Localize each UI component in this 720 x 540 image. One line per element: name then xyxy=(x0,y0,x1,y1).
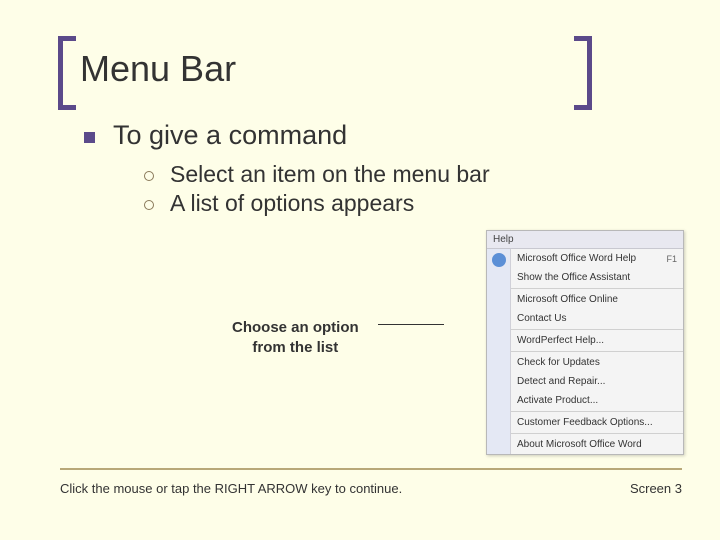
menu-separator-icon xyxy=(511,329,683,330)
menu-body: Microsoft Office Word Help F1 Show the O… xyxy=(487,249,683,454)
menu-item-label: About Microsoft Office Word xyxy=(517,439,642,450)
menu-separator-icon xyxy=(511,351,683,352)
circle-bullet-icon xyxy=(144,171,154,181)
menu-item-list: Microsoft Office Word Help F1 Show the O… xyxy=(511,249,683,454)
menu-item-label: Activate Product... xyxy=(517,395,598,406)
bullet-text: A list of options appears xyxy=(170,190,414,217)
bullet-text: Select an item on the menu bar xyxy=(170,161,490,188)
menu-item-label: Contact Us xyxy=(517,313,566,324)
callout-line1: Choose an option xyxy=(232,319,359,336)
sub-list: Select an item on the menu bar A list of… xyxy=(84,161,680,217)
slide: Menu Bar To give a command Select an ite… xyxy=(0,0,720,540)
help-menu: Help Microsoft Office Word Help F1 Show … xyxy=(486,230,684,455)
help-icon xyxy=(492,253,506,267)
menu-item-label: Check for Updates xyxy=(517,357,600,368)
menu-icon-gutter xyxy=(487,249,511,454)
menu-item-label: WordPerfect Help... xyxy=(517,335,604,346)
content-area: To give a command Select an item on the … xyxy=(40,120,680,217)
bullet-text: To give a command xyxy=(113,120,347,151)
menu-item-label: Show the Office Assistant xyxy=(517,272,630,283)
menu-header[interactable]: Help xyxy=(487,231,683,249)
menu-item-label: Customer Feedback Options... xyxy=(517,417,653,428)
menu-item-shortcut: F1 xyxy=(666,254,677,264)
title-area: Menu Bar xyxy=(58,48,680,90)
footer-divider-icon xyxy=(60,468,682,470)
callout-connector-icon xyxy=(378,324,444,325)
square-bullet-icon xyxy=(84,132,95,143)
menu-separator-icon xyxy=(511,288,683,289)
footer-instruction: Click the mouse or tap the RIGHT ARROW k… xyxy=(60,481,402,496)
menu-item-about-word[interactable]: About Microsoft Office Word xyxy=(511,435,683,454)
menu-item-activate-product[interactable]: Activate Product... xyxy=(511,391,683,410)
circle-bullet-icon xyxy=(144,200,154,210)
menu-item-office-assistant[interactable]: Show the Office Assistant xyxy=(511,268,683,287)
menu-item-feedback-options[interactable]: Customer Feedback Options... xyxy=(511,413,683,432)
list-item: Select an item on the menu bar xyxy=(144,161,680,188)
menu-separator-icon xyxy=(511,411,683,412)
menu-item-contact-us[interactable]: Contact Us xyxy=(511,309,683,328)
list-item: To give a command xyxy=(84,120,680,151)
bracket-left-icon xyxy=(58,36,76,110)
menu-item-office-online[interactable]: Microsoft Office Online xyxy=(511,290,683,309)
menu-item-wordperfect-help[interactable]: WordPerfect Help... xyxy=(511,331,683,350)
callout-label: Choose an option from the list xyxy=(232,318,359,357)
callout-line2: from the list xyxy=(252,339,338,356)
menu-item-word-help[interactable]: Microsoft Office Word Help F1 xyxy=(511,249,683,268)
screen-number: Screen 3 xyxy=(630,481,682,496)
bracket-right-icon xyxy=(574,36,592,110)
menu-item-detect-repair[interactable]: Detect and Repair... xyxy=(511,372,683,391)
menu-item-label: Detect and Repair... xyxy=(517,376,605,387)
menu-item-label: Microsoft Office Word Help xyxy=(517,253,636,264)
menu-item-label: Microsoft Office Online xyxy=(517,294,618,305)
menu-separator-icon xyxy=(511,433,683,434)
menu-item-check-updates[interactable]: Check for Updates xyxy=(511,353,683,372)
list-item: A list of options appears xyxy=(144,190,680,217)
